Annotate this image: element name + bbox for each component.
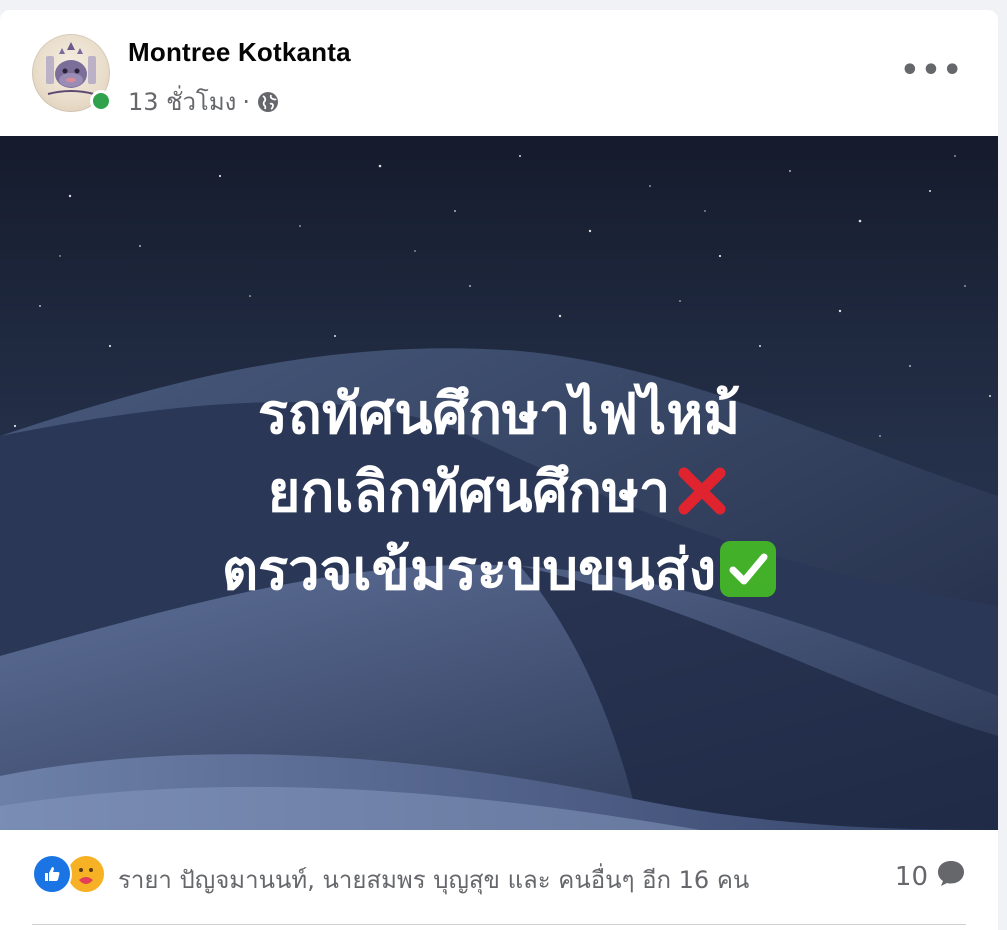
footer-divider: [32, 924, 966, 925]
caption-line-2-text: ยกเลิกทัศนศึกษา: [267, 460, 671, 525]
author-name[interactable]: Montree Kotkanta: [128, 37, 351, 68]
author-avatar[interactable]: [32, 34, 112, 112]
caption-line-2: ยกเลิกทัศนศึกษา: [0, 454, 998, 532]
caption-line-3: ตรวจเข้มระบบขนส่ง: [0, 532, 998, 610]
reaction-icons[interactable]: [32, 854, 106, 894]
online-status-dot: [90, 90, 112, 112]
more-options-button[interactable]: •••: [900, 50, 962, 90]
caption-line-3-text: ตรวจเข้มระบบขนส่ง: [221, 538, 717, 603]
comment-count-value: 10: [894, 861, 928, 892]
post-footer: รายา ปัญจมานนท์, นายสมพร บุญสุข และ คนอื…: [0, 830, 998, 930]
globe-icon[interactable]: [256, 90, 280, 114]
meta-separator: ·: [242, 87, 251, 116]
cross-mark-emoji: [678, 467, 726, 515]
post-card: Montree Kotkanta 13 ชั่วโมง · ••• รถทัศน…: [0, 10, 998, 930]
post-image[interactable]: รถทัศนศึกษาไฟไหม้ ยกเลิกทัศนศึกษา ตรวจเข…: [0, 136, 998, 830]
comment-count[interactable]: 10: [895, 858, 966, 895]
post-timestamp[interactable]: 13 ชั่วโมง: [128, 82, 236, 121]
reaction-names[interactable]: รายา ปัญจมานนท์, นายสมพร บุญสุข และ คนอื…: [118, 860, 749, 899]
comment-bubble-icon: [936, 858, 966, 895]
caption-line-1: รถทัศนศึกษาไฟไหม้: [257, 382, 741, 447]
more-horizontal-icon: •••: [900, 52, 964, 88]
post-meta: 13 ชั่วโมง ·: [128, 82, 280, 121]
like-icon: [32, 854, 72, 894]
post-header: Montree Kotkanta 13 ชั่วโมง · •••: [0, 10, 998, 136]
image-caption: รถทัศนศึกษาไฟไหม้ ยกเลิกทัศนศึกษา ตรวจเข…: [0, 376, 998, 610]
check-mark-button-emoji: [720, 541, 777, 597]
care-icon: [66, 854, 106, 894]
